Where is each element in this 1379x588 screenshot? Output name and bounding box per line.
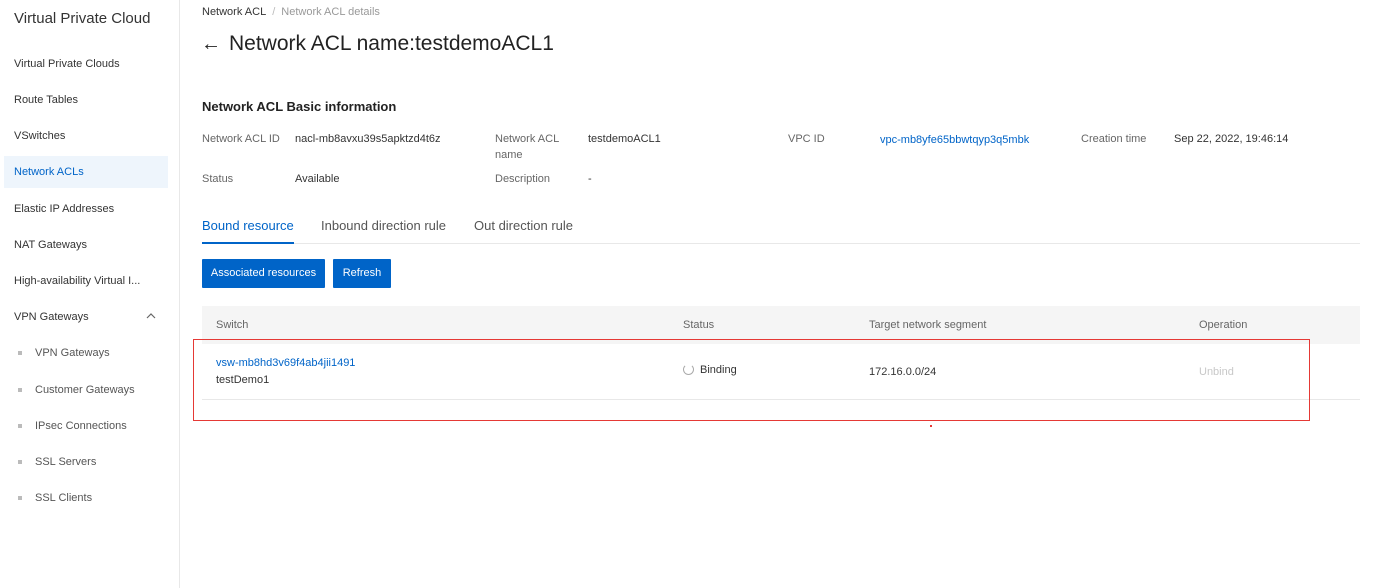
unbind-link[interactable]: Unbind: [1199, 366, 1234, 378]
creation-time-value: Sep 22, 2022, 19:46:14: [1174, 133, 1289, 145]
annotation-dot: [930, 425, 932, 427]
breadcrumb-parent[interactable]: Network ACL: [202, 6, 266, 18]
sidebar-item-nat-gateways[interactable]: NAT Gateways: [4, 229, 168, 261]
breadcrumb-separator: /: [272, 6, 276, 18]
sidebar-item-network-acls[interactable]: Network ACLs: [4, 156, 168, 188]
section-title: Network ACL Basic information: [202, 99, 397, 114]
network-acl-id-label: Network ACL ID: [202, 133, 280, 145]
status-cell: Binding: [683, 364, 737, 376]
network-acl-name-label-line2: name: [495, 149, 523, 161]
sidebar-subitem-customer-gateways[interactable]: Customer Gateways: [18, 374, 135, 406]
tab-bar: Bound resource Inbound direction rule Ou…: [202, 218, 1360, 244]
sidebar-subitem-label: IPsec Connections: [35, 420, 127, 432]
column-header-target-network-segment: Target network segment: [869, 319, 987, 331]
sidebar-subitem-label: SSL Clients: [35, 492, 93, 504]
switch-name: testDemo1: [216, 374, 270, 386]
description-value: -: [588, 173, 592, 185]
network-acl-id-value: nacl-mb8avxu39s5apktzd4t6z: [295, 133, 441, 145]
status-text: Binding: [700, 364, 737, 376]
table-row: vsw-mb8hd3v69f4ab4jii1491 testDemo1 Bind…: [202, 344, 1360, 400]
status-value: Available: [295, 173, 340, 185]
sidebar-subitem-label: VPN Gateways: [35, 347, 110, 359]
sidebar-subitem-vpn-gateways[interactable]: VPN Gateways: [18, 337, 110, 369]
page-title: Network ACL name:testdemoACL1: [229, 32, 554, 55]
page-header: ← Network ACL name:testdemoACL1: [201, 32, 554, 56]
breadcrumb: Network ACL / Network ACL details: [202, 6, 380, 18]
sidebar-subitem-label: SSL Servers: [35, 456, 97, 468]
sidebar-subitem-ssl-clients[interactable]: SSL Clients: [18, 482, 92, 514]
creation-time-label: Creation time: [1081, 133, 1147, 145]
sidebar-subitem-ssl-servers[interactable]: SSL Servers: [18, 446, 96, 478]
refresh-button[interactable]: Refresh: [333, 259, 391, 288]
sidebar-subitem-label: Customer Gateways: [35, 384, 135, 396]
network-acl-name-label-line1: Network ACL: [495, 133, 560, 145]
sidebar-subitem-ipsec-connections[interactable]: IPsec Connections: [18, 410, 127, 442]
tab-inbound-direction-rule[interactable]: Inbound direction rule: [321, 218, 446, 244]
bullet-icon: [18, 460, 22, 465]
sidebar-item-vpn-gateways-group[interactable]: VPN Gateways: [4, 301, 168, 333]
sidebar-item-ha-virtual-ip[interactable]: High-availability Virtual I...: [4, 265, 168, 297]
sidebar-title: Virtual Private Cloud: [14, 10, 151, 27]
bullet-icon: [18, 388, 22, 393]
sidebar-item-label: VPN Gateways: [14, 311, 89, 323]
vpc-id-link[interactable]: vpc-mb8yfe65bbwtqyp3q5mbk: [880, 132, 1029, 148]
associated-resources-button[interactable]: Associated resources: [202, 259, 325, 288]
tab-out-direction-rule[interactable]: Out direction rule: [474, 218, 573, 244]
status-label: Status: [202, 173, 234, 185]
switch-id-link[interactable]: vsw-mb8hd3v69f4ab4jii1491: [216, 357, 355, 369]
sidebar-item-vswitches[interactable]: VSwitches: [4, 120, 168, 152]
column-header-switch: Switch: [216, 319, 249, 331]
target-network-segment: 172.16.0.0/24: [869, 366, 937, 378]
back-arrow-icon[interactable]: ←: [201, 33, 221, 56]
table-header: Switch Status Target network segment Ope…: [202, 306, 1360, 344]
vpc-id-label: VPC ID: [788, 133, 825, 145]
sidebar-item-virtual-private-clouds[interactable]: Virtual Private Clouds: [4, 48, 168, 80]
sidebar-item-route-tables[interactable]: Route Tables: [4, 84, 168, 116]
chevron-up-icon[interactable]: [146, 301, 156, 333]
sidebar: Virtual Private Cloud Virtual Private Cl…: [0, 0, 180, 588]
bullet-icon: [18, 351, 22, 356]
tab-bound-resource[interactable]: Bound resource: [202, 218, 294, 244]
network-acl-name-value: testdemoACL1: [588, 133, 661, 145]
description-label: Description: [495, 173, 551, 185]
loading-spinner-icon: [683, 364, 694, 375]
column-header-operation: Operation: [1199, 319, 1248, 331]
bullet-icon: [18, 496, 22, 501]
sidebar-item-elastic-ip-addresses[interactable]: Elastic IP Addresses: [4, 193, 168, 225]
network-acl-name-label: Network ACL name: [495, 131, 559, 163]
breadcrumb-current: Network ACL details: [281, 6, 380, 18]
bullet-icon: [18, 424, 22, 429]
column-header-status: Status: [683, 319, 715, 331]
